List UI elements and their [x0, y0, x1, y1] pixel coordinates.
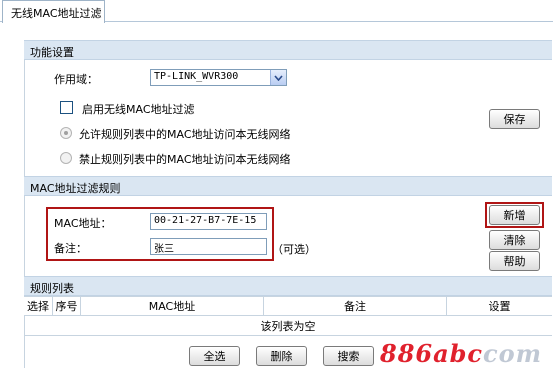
- mac-address-input[interactable]: 00-21-27-B7-7E-15: [150, 213, 267, 230]
- watermark-text: 886abc: [380, 339, 484, 368]
- column-mac: MAC地址: [81, 297, 264, 315]
- scope-select[interactable]: TP-LINK_WVR300: [150, 69, 287, 86]
- search-button[interactable]: 搜索: [323, 346, 374, 366]
- deny-radio[interactable]: [60, 152, 72, 164]
- add-button[interactable]: 新增: [489, 205, 540, 225]
- enable-mac-filter-label: 启用无线MAC地址过滤: [82, 103, 195, 116]
- optional-hint: （可选）: [272, 243, 316, 256]
- enable-mac-filter-checkbox[interactable]: [60, 101, 73, 114]
- allow-radio[interactable]: [60, 127, 72, 139]
- deny-radio-label: 禁止规则列表中的MAC地址访问本无线网络: [79, 153, 291, 166]
- save-button[interactable]: 保存: [489, 109, 540, 129]
- help-button[interactable]: 帮助: [489, 251, 540, 271]
- mac-address-label: MAC地址：: [54, 217, 112, 230]
- section-header-filter-rules: MAC地址过滤规则: [24, 176, 552, 196]
- watermark-suffix: com: [483, 339, 543, 368]
- column-settings: 设置: [488, 300, 511, 313]
- site-watermark: 886abccom: [380, 339, 542, 368]
- tab-wireless-mac-filter[interactable]: 无线MAC地址过滤: [2, 0, 105, 23]
- note-label: 备注：: [54, 242, 87, 255]
- allow-radio-label: 允许规则列表中的MAC地址访问本无线网络: [79, 128, 291, 141]
- note-input[interactable]: 张三: [150, 238, 267, 255]
- radio-selected-dot: [64, 131, 68, 135]
- chevron-down-icon[interactable]: [270, 70, 286, 85]
- empty-list-message: 该列表为空: [24, 316, 552, 336]
- clear-button[interactable]: 清除: [489, 230, 540, 250]
- delete-button[interactable]: 删除: [256, 346, 307, 366]
- column-select: 选择: [24, 297, 53, 315]
- scope-label: 作用域：: [54, 73, 98, 86]
- select-all-button[interactable]: 全选: [189, 346, 240, 366]
- section-header-function-settings: 功能设置: [24, 40, 552, 60]
- column-index: 序号: [53, 297, 81, 315]
- section-header-rule-list: 规则列表: [24, 276, 552, 296]
- column-note: 备注: [264, 297, 447, 315]
